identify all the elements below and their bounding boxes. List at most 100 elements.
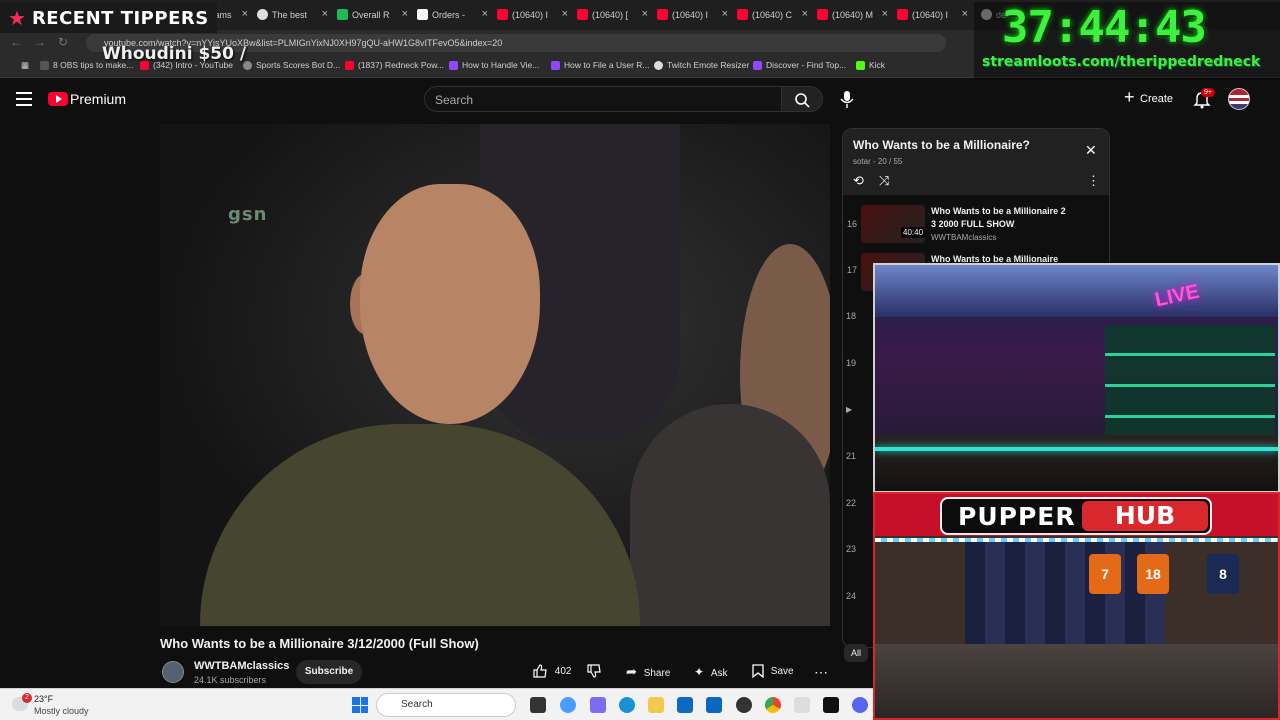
youtube-premium-label[interactable]: Premium [70,91,126,107]
terminal-icon[interactable] [823,697,839,713]
browser-tab[interactable]: (10640) I × [894,4,970,26]
k-icon [337,9,348,20]
bookmark-item[interactable]: Sports Scores Bot D... [243,60,340,70]
youtube-icon [657,9,668,20]
edge-icon[interactable] [619,697,635,713]
browser-tab[interactable]: The best × [254,4,330,26]
tipper-entry: Whoudini $50 / [102,44,247,64]
taskbar-search-input[interactable]: Search [376,693,516,717]
close-icon[interactable]: × [562,8,568,20]
youtube-icon [497,9,508,20]
pupper-hub-logo: PUPPER HUB [940,497,1212,535]
close-icon[interactable]: × [242,8,248,20]
search-button[interactable] [781,86,823,112]
menu-icon[interactable] [16,92,32,106]
playlist-index: 23 [846,544,857,554]
close-icon[interactable]: × [402,8,408,20]
close-icon[interactable]: × [962,8,968,20]
teams-icon[interactable] [590,697,606,713]
bookmark-item[interactable]: Twitch Emote Resizer [654,60,749,70]
obs-icon[interactable] [736,697,752,713]
browser-tab[interactable]: Overall R × [334,4,410,26]
playlist-item-title: Who Wants to be a Millionaire 2 3 2000 F… [931,206,1066,229]
subscribe-button[interactable]: Subscribe [296,660,362,684]
weather-temperature: 23°F [34,694,54,704]
gem-icon [257,9,268,20]
video-frame-figure [630,404,830,626]
ask-button[interactable]: ✦ Ask [694,660,728,684]
apps-icon[interactable]: ▦ [8,60,29,71]
thumbs-up-icon [533,664,547,678]
search-icon [795,93,810,108]
playlist-header: Who Wants to be a Millionaire? sotar - 2… [843,129,1109,195]
bookmark-icon [40,61,49,70]
loop-icon[interactable]: ⟲ [853,173,864,189]
video-title: Who Wants to be a Millionaire 3/12/2000 … [160,636,479,651]
channel-name[interactable]: WWTBAMclassics [194,660,289,672]
bookmark-item[interactable]: How to File a User R... [551,60,650,70]
store-icon[interactable] [677,697,693,713]
bookmark-item[interactable]: How to Handle Vie... [449,60,539,70]
bookmark-item[interactable]: Discover - Find Top... [753,60,846,70]
file-explorer-icon[interactable] [648,697,664,713]
dislike-button[interactable] [586,660,602,684]
close-icon[interactable]: × [802,8,808,20]
more-vert-icon[interactable]: ⋮ [1087,173,1100,189]
w-icon [417,9,428,20]
start-button-icon[interactable] [352,697,368,713]
browser-tab[interactable]: (10640) I × [654,4,730,26]
browser-tab[interactable]: (10640) C × [734,4,810,26]
share-icon: ➦ [626,664,637,679]
chrome-icon[interactable] [765,697,781,713]
share-button[interactable]: ➦ Share [626,660,670,684]
copilot-icon[interactable] [560,697,576,713]
bookmark-icon [752,664,764,679]
back-icon[interactable]: ← [10,35,22,49]
streamloots-link: streamloots.com/therippedredneck [982,54,1261,70]
like-button[interactable]: 402 [532,660,571,684]
duration-badge: 40:40 [901,227,926,238]
create-button[interactable]: Create [1122,86,1173,112]
playlist-item-channel: WWTBAMclassics [931,233,997,242]
outlook-icon[interactable] [706,697,722,713]
forward-icon[interactable]: → [34,35,46,49]
browser-tab[interactable]: (10640) M × [814,4,890,26]
more-actions-icon[interactable]: ⋯ [814,660,828,684]
twitch-icon [551,61,560,70]
browser-tab[interactable]: (10640) I × [494,4,570,26]
youtube-logo-icon[interactable] [48,92,68,106]
reload-icon[interactable]: ↻ [58,35,68,49]
timer-clock: 37:44:43 [1002,2,1207,53]
shuffle-icon[interactable]: ⤨ [879,173,889,189]
channel-avatar[interactable] [162,661,184,683]
task-view-icon[interactable] [530,697,546,713]
close-icon[interactable]: × [322,8,328,20]
subscriber-count: 24.1K subscribers [194,675,267,685]
browser-tab[interactable]: Orders - × [414,4,490,26]
browser-tab[interactable]: (10640) [× [574,4,650,26]
close-icon[interactable]: × [882,8,888,20]
star-icon: ★ [8,7,26,30]
playlist-meta: sotar - 20 / 55 [853,157,903,166]
close-icon[interactable]: × [642,8,648,20]
video-player[interactable]: gsn [160,124,830,626]
channel-watermark: gsn [228,204,268,225]
search-input[interactable]: Search [424,86,782,112]
playlist-item[interactable]: 16 40:40 Who Wants to be a Millionaire 2… [843,201,1109,247]
playlist-index: 22 [846,498,857,508]
playlist-title[interactable]: Who Wants to be a Millionaire? [853,138,1030,152]
account-avatar[interactable] [1228,88,1250,110]
close-icon[interactable]: × [722,8,728,20]
bookmark-item[interactable]: (1837) Redneck Pow... [345,60,444,70]
microphone-icon[interactable] [838,89,856,109]
save-button[interactable]: Save [752,660,794,684]
youtube-icon [737,9,748,20]
discord-icon[interactable] [852,697,868,713]
close-icon[interactable]: ✕ [1085,142,1097,159]
webcam-room-view: LIVE [873,263,1280,493]
notification-badge: 2 [22,693,32,703]
app-icon[interactable] [794,697,810,713]
bookmark-item[interactable]: Kick [856,60,885,70]
filter-chip-all[interactable]: All [844,644,868,662]
close-icon[interactable]: × [482,8,488,20]
